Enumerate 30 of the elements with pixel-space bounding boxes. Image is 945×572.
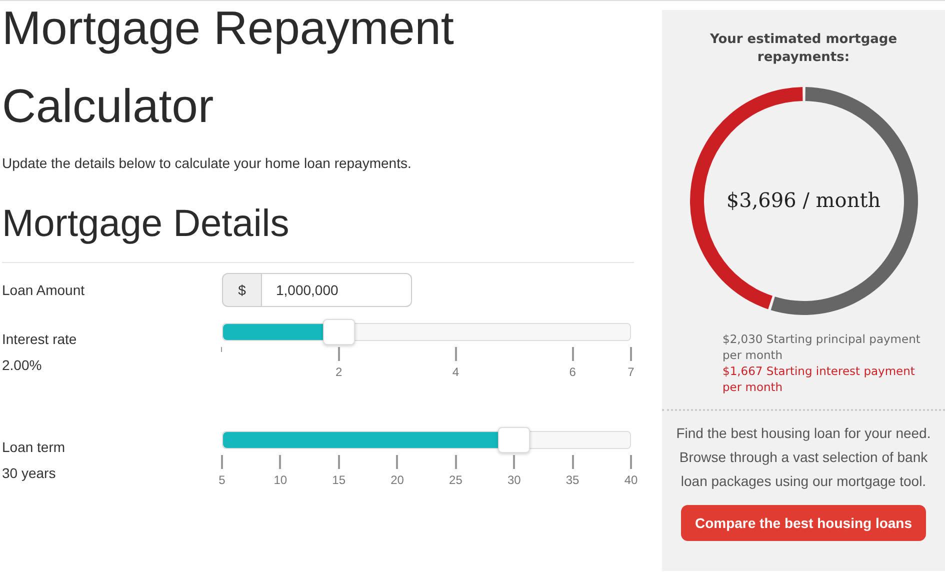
legend-text: $2,030 Starting principal payment per month xyxy=(722,331,922,363)
slider-label: Interest rate xyxy=(2,331,78,347)
tick-label: 6 xyxy=(569,365,576,379)
promo-text: Find the best housing loan for your need. Browse through a vast selection of bank loan packages using our mortgage tool. xyxy=(675,424,932,491)
page-title: Mortgage Repayment Calculator xyxy=(2,1,455,134)
tick-label: 2 xyxy=(336,365,342,379)
tick-label: 4 xyxy=(452,365,460,379)
tick-label: 25 xyxy=(449,473,462,487)
slider-handle[interactable] xyxy=(323,319,356,345)
currency-prefix: $ xyxy=(222,273,262,307)
loan-amount-field[interactable]: 1,000,000 xyxy=(262,273,412,307)
slider-label: Loan term xyxy=(2,439,66,455)
tick-label: 5 xyxy=(218,473,226,487)
field-label: Loan Amount xyxy=(2,282,86,298)
slider-value: 2.00% xyxy=(2,357,43,373)
tick-label: 7 xyxy=(628,365,634,379)
intro-text: Update the details below to calculate your home loan repayments. xyxy=(2,155,412,171)
tick-label: 10 xyxy=(274,473,288,487)
legend-text: $1,667 Starting interest payment per month xyxy=(722,363,916,395)
tick-label: 40 xyxy=(624,473,638,487)
summary-heading: Your estimated mortgage repayments: xyxy=(708,31,898,67)
section-title: Mortgage Details xyxy=(2,203,290,246)
monthly-total: $3,696 / month xyxy=(725,188,882,212)
tick-label: 30 xyxy=(507,473,521,487)
slider-value: 30 years xyxy=(2,465,57,481)
slider-handle[interactable] xyxy=(498,427,530,453)
tick-label: 20 xyxy=(390,473,404,487)
tick-label: 15 xyxy=(332,473,346,487)
tick-label: 35 xyxy=(566,473,580,487)
compare-loans-button[interactable]: Compare the best housing loans xyxy=(681,505,926,541)
